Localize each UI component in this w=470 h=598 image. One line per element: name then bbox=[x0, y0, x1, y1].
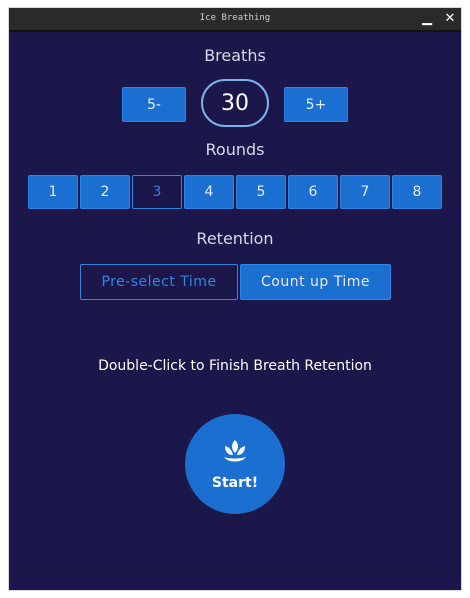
rounds-heading: Rounds bbox=[205, 140, 265, 159]
lotus-icon bbox=[224, 440, 246, 462]
breaths-decrease-button[interactable]: 5- bbox=[122, 87, 186, 122]
round-option-2[interactable]: 2 bbox=[80, 175, 130, 209]
round-option-6[interactable]: 6 bbox=[288, 175, 338, 209]
preselect-time-button[interactable]: Pre-select Time bbox=[80, 264, 238, 300]
round-option-4[interactable]: 4 bbox=[184, 175, 234, 209]
round-option-3[interactable]: 3 bbox=[132, 175, 182, 209]
breaths-heading: Breaths bbox=[204, 46, 266, 65]
close-icon[interactable]: ✕ bbox=[441, 10, 459, 28]
breaths-value: 30 bbox=[201, 79, 269, 127]
rounds-selector: 12345678 bbox=[28, 175, 442, 209]
start-button[interactable]: Start! bbox=[185, 414, 285, 514]
retention-heading: Retention bbox=[196, 229, 274, 248]
round-option-8[interactable]: 8 bbox=[392, 175, 442, 209]
window-title: Ice Breathing bbox=[199, 13, 271, 23]
round-option-1[interactable]: 1 bbox=[28, 175, 78, 209]
count-up-time-button[interactable]: Count up Time bbox=[240, 264, 391, 300]
round-option-5[interactable]: 5 bbox=[236, 175, 286, 209]
start-label: Start! bbox=[211, 475, 259, 491]
retention-hint: Double-Click to Finish Breath Retention bbox=[98, 358, 372, 374]
app-window: Ice Breathing ▁ ✕ Breaths 5- 30 5+ Round… bbox=[9, 8, 461, 590]
breaths-increase-button[interactable]: 5+ bbox=[284, 87, 348, 122]
round-option-7[interactable]: 7 bbox=[340, 175, 390, 209]
minimize-icon[interactable]: ▁ bbox=[418, 10, 436, 28]
title-bar[interactable]: Ice Breathing ▁ ✕ bbox=[9, 8, 461, 32]
